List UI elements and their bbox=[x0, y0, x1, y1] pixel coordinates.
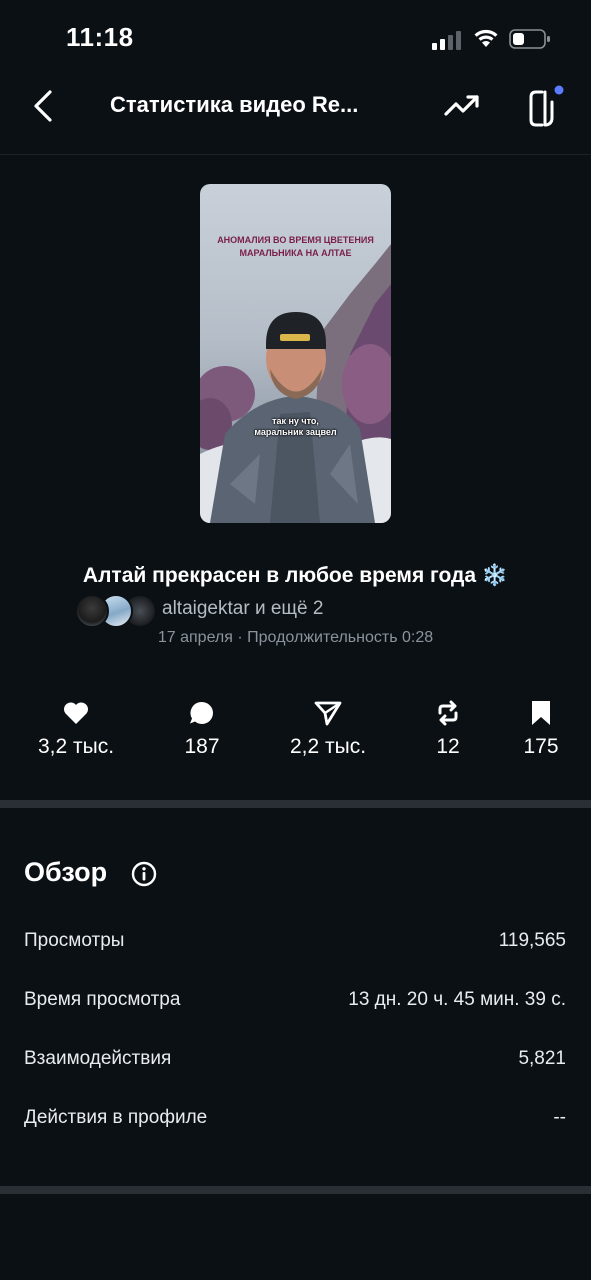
thumbnail-caption: так ну что, маральник зацвел bbox=[200, 416, 391, 438]
heart-icon bbox=[63, 702, 89, 724]
saves-count: 175 bbox=[523, 735, 559, 758]
shares-count: 2,2 тыс. bbox=[289, 735, 367, 758]
page-title: Статистика видео Re... bbox=[110, 92, 359, 117]
wifi-icon bbox=[474, 29, 498, 47]
row-label: Действия в профиле bbox=[24, 1107, 208, 1128]
status-time: 11:18 bbox=[66, 22, 134, 52]
authors-text: altaigektar и ещё 2 bbox=[162, 598, 324, 619]
repost-icon bbox=[438, 700, 458, 726]
overview-row-views: Просмотры 119,565 bbox=[24, 930, 566, 958]
row-label: Взаимодействия bbox=[24, 1048, 172, 1069]
row-label: Время просмотра bbox=[24, 989, 181, 1010]
overview-row-profile-actions: Действия в профиле -- bbox=[24, 1107, 566, 1135]
video-thumbnail[interactable]: АНОМАЛИЯ ВО ВРЕМЯ ЦВЕТЕНИЯ МАРАЛЬНИКА НА… bbox=[200, 184, 391, 523]
notification-dot bbox=[554, 85, 564, 95]
chevron-left-icon[interactable] bbox=[26, 86, 62, 126]
shares-stat[interactable]: 2,2 тыс. bbox=[268, 700, 388, 759]
comments-stat[interactable]: 187 bbox=[142, 700, 262, 759]
likes-count: 3,2 тыс. bbox=[37, 735, 115, 758]
bookmark-icon bbox=[532, 701, 550, 725]
section-divider bbox=[0, 1186, 591, 1194]
likes-stat[interactable]: 3,2 тыс. bbox=[16, 700, 136, 759]
saves-stat[interactable]: 175 bbox=[481, 700, 591, 759]
battery-icon bbox=[509, 29, 550, 49]
cellular-signal-icon bbox=[432, 31, 461, 50]
overview-title: Обзор bbox=[24, 857, 108, 887]
row-label: Просмотры bbox=[24, 930, 125, 951]
nav-bar: Статистика видео Re... bbox=[0, 74, 591, 155]
caption-line-2: маральник зацвел bbox=[254, 427, 337, 437]
threads-compose-icon[interactable] bbox=[524, 84, 568, 128]
overview-row-interactions: Взаимодействия 5,821 bbox=[24, 1048, 566, 1076]
overview-row-watch-time: Время просмотра 13 дн. 20 ч. 45 мин. 39 … bbox=[24, 989, 566, 1017]
comments-count: 187 bbox=[184, 735, 220, 758]
send-icon bbox=[314, 701, 342, 726]
overlay-title-line-1: АНОМАЛИЯ ВО ВРЕМЯ ЦВЕТЕНИЯ bbox=[217, 235, 374, 245]
caption-line-1: так ну что, bbox=[272, 416, 319, 426]
snowflake-icon: ❄️ bbox=[481, 564, 509, 587]
status-bar: 11:18 bbox=[0, 0, 591, 80]
overview-header: Обзор bbox=[24, 857, 157, 891]
post-title: Алтай прекрасен в любое время года ❄️ bbox=[0, 564, 591, 588]
authors-row[interactable]: altaigektar и ещё 2 bbox=[75, 592, 395, 628]
info-icon[interactable] bbox=[131, 861, 157, 887]
trending-up-icon[interactable] bbox=[442, 88, 482, 124]
row-value: 5,821 bbox=[518, 1048, 566, 1069]
overlay-title-line-2: МАРАЛЬНИКА НА АЛТАЕ bbox=[239, 248, 352, 258]
post-meta: 17 апреля · Продолжительность 0:28 bbox=[157, 629, 434, 646]
row-value: 13 дн. 20 ч. 45 мин. 39 с. bbox=[348, 989, 566, 1010]
row-value: -- bbox=[553, 1107, 566, 1128]
row-value: 119,565 bbox=[498, 930, 566, 951]
screen: 11:18 Статистика видео Re... АНОМАЛИЯ ВО… bbox=[0, 0, 591, 1280]
avatar bbox=[75, 594, 109, 628]
section-divider bbox=[0, 800, 591, 808]
thumbnail-overlay-title: АНОМАЛИЯ ВО ВРЕМЯ ЦВЕТЕНИЯ МАРАЛЬНИКА НА… bbox=[200, 234, 391, 260]
comment-bubble-icon bbox=[190, 701, 213, 724]
post-title-text: Алтай прекрасен в любое время года bbox=[82, 564, 477, 587]
